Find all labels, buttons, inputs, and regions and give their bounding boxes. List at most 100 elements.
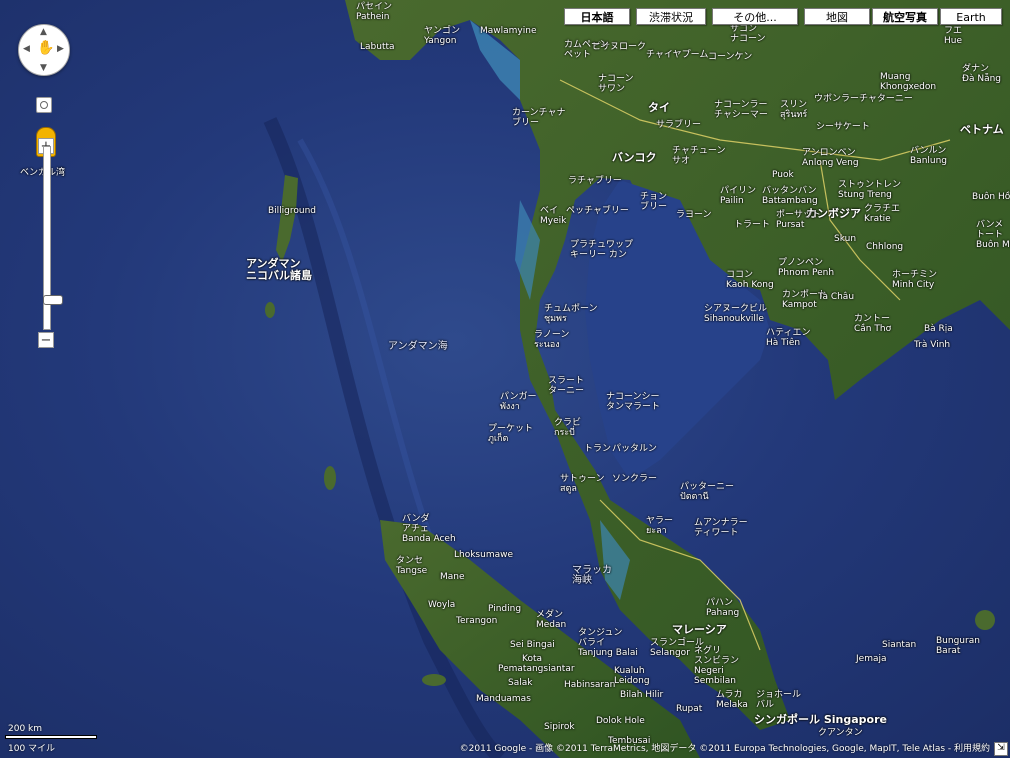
label-rayong: ラヨーン [676,210,712,220]
label-negeri: ネグリ スンビラン Negeri Sembilan [694,646,740,686]
scale-miles: 100 マイル [8,744,56,754]
label-jemaja: Jemaja [856,654,887,664]
label-hue: フエ Hue [944,26,963,46]
label-stung-treng: ストゥントレン Stung Treng [838,180,902,200]
label-ratchaburi: ラチャブリー [568,176,622,186]
label-phatthalung: パッタルン [612,444,657,454]
label-bunguran: Bunguran Barat [936,636,980,656]
label-puok: Puok [772,170,794,180]
label-malacca: マラッカ 海峡 [572,565,612,586]
label-sei-bingai: Sei Bingai [510,640,555,650]
label-billiground: Billiground [268,206,317,216]
label-kratie: クラチエ Kratie [864,204,901,224]
nicobar-island [324,466,336,490]
reset-view-button[interactable] [36,97,52,113]
label-dolok: Dolok Hole [596,716,645,726]
label-skun: Skun [834,234,857,244]
label-nakhon-sawan: ナコーン サワン [598,74,634,94]
pan-right-icon[interactable]: ▶ [57,45,64,54]
label-battambang: バッタンバン Battambang [762,186,818,206]
pan-down-icon[interactable]: ▼ [40,64,47,73]
label-sipirok: Sipirok [544,722,575,732]
terrain [263,0,1010,758]
earth-button[interactable]: Earth [940,8,1002,25]
label-chhlong: Chhlong [866,242,904,252]
label-malaysia: マレーシア [672,623,727,636]
scale-km: 200 km [8,724,43,734]
label-pahang: パハン Pahang [706,598,740,618]
label-vietnam: ベトナム [960,123,1004,136]
label-kota: Kota [522,654,543,664]
label-khon-kaen: コーンケン [708,52,753,62]
scale-bar: 200 km 100 マイル [5,724,97,754]
label-tanjung: タンジュン バライ Tanjung Balai [578,628,638,658]
andaman-islands [276,175,298,262]
label-pailin: パイリン Pailin [720,186,757,206]
label-labutta: Labutta [360,42,395,52]
label-singapore: シンガポール Singapore [754,713,887,726]
label-lhoksumawe: Lhoksumawe [454,550,514,560]
label-ranong: ラノーン ระนอง [534,330,570,350]
island-small [265,302,275,318]
label-yangon: ヤンゴン Yangon [424,26,461,46]
label-satun: サトゥーン สตูล [560,474,605,494]
scale-line [5,735,97,739]
label-kuantan: クアンタン [818,728,863,738]
zoom-rail[interactable] [43,146,63,330]
label-phuket: プーケット ภูเก็ต [488,424,534,444]
attribution[interactable]: ©2011 Google - 画像 ©2011 TerraMetrics, 地図… [460,741,990,754]
language-button[interactable]: 日本語 [564,8,630,25]
pan-up-icon[interactable]: ▲ [40,28,47,37]
label-tangse: タンセ Tangse [396,556,428,576]
zoom-handle[interactable] [43,295,63,305]
label-ban-me-thuot: バンメ トート Buôn Ma Thuột [976,220,1010,250]
label-chaiyaphum: チャイヤプーム [646,50,709,60]
resize-corner-icon[interactable]: ⇲ [994,742,1008,756]
more-button[interactable]: その他... [712,8,798,25]
label-mawlamyine: Mawlamyine [480,26,537,36]
label-bilah-hilir: Bilah Hilir [620,690,664,700]
label-pathein: パセイン Pathein [356,2,393,22]
label-bangkok: バンコク [612,151,657,164]
label-muang-khong: Muang Khongxedon [880,72,937,92]
label-si-sa-ket: シーサケート [816,122,870,132]
hand-icon: ✋ [37,40,55,56]
natuna-island [975,610,995,630]
label-nakhon-si: ナコーンシー タンマラート [606,392,661,412]
zoom-out-button[interactable]: − [38,332,54,348]
label-sihanoukville: シアヌークビル Sihanoukville [704,304,768,324]
label-trat: トラート [734,220,771,230]
label-andaman-islands: アンダマン ニコバル諸島 [246,257,312,282]
label-tra-vinh: Trà Vinh [914,340,951,350]
pan-left-icon[interactable]: ◀ [23,45,30,54]
label-sakon: サコン ナコーン [730,24,766,44]
satellite-button[interactable]: 航空写真 [872,8,938,25]
label-chumphon: チュムポーン ชุมพร [544,304,598,324]
label-chonburi: チョン ブリー [640,192,668,212]
label-phnom-penh: プノンペン Phnom Penh [778,258,835,278]
map-button[interactable]: 地図 [804,8,870,25]
traffic-button[interactable]: 渋滞状況 [636,8,706,25]
label-melaka: ムラカ Melaka [716,690,748,710]
pan-control[interactable]: ▲ ▼ ◀ ▶ ✋ [18,24,70,76]
label-ban-lung: バンルン Banlung [910,146,948,166]
label-buon-ho: Buôn Hồ [972,192,1010,202]
label-mane: Mane [440,572,465,582]
zoom-slider[interactable]: + − [38,128,63,350]
label-prachuap: プラチュワップ キーリー カン [570,240,634,260]
simeulue-island [422,674,446,686]
label-ang-vieng: アンロンベン Anlong Veng [802,148,859,168]
label-terangon: Terangon [456,616,498,626]
label-narathiwat: ムアンナラー ティワート [694,518,748,538]
label-pursat: ポーサット Pursat [776,210,821,230]
label-pattani: パッターニー ปัตตานี [680,482,735,502]
label-woyla: Woyla [428,600,456,610]
label-pinding: Pinding [488,604,522,614]
map-canvas[interactable]: ベンガル湾 Billiground アンダマン ニコバル諸島 アンダマン海 マラ… [0,0,1010,758]
label-habinsaran: Habinsaran [564,680,616,690]
label-kanchanaburi: カーンチャナ ブリー [512,108,566,128]
label-salak: Salak [508,678,533,688]
label-myeik: ベイ Myeik [540,206,567,226]
label-hochiminh: ホーチミン Minh City [892,270,938,290]
label-thailand: タイ [648,101,670,114]
